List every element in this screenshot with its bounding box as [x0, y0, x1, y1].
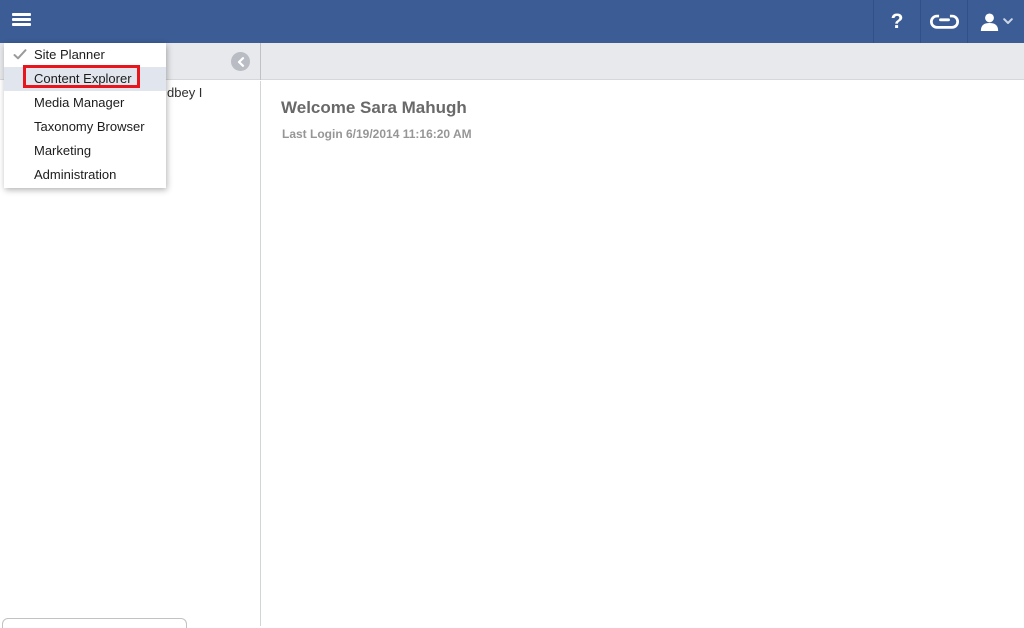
inbox-tray-button[interactable]: [920, 0, 967, 43]
toolbar-divider: [260, 43, 261, 80]
menu-item-label: Administration: [34, 167, 117, 182]
collapsed-bottom-panel-handle[interactable]: [2, 618, 187, 628]
menu-item-label: Content Explorer: [34, 71, 132, 86]
menu-item-label: Media Manager: [34, 95, 125, 110]
help-question-icon: ?: [890, 9, 904, 33]
hamburger-menu-button[interactable]: [0, 0, 43, 43]
checkmark-icon: [13, 49, 27, 60]
menu-item-content-explorer[interactable]: Content Explorer: [4, 67, 166, 91]
menu-item-taxonomy-browser[interactable]: Taxonomy Browser: [4, 115, 166, 139]
collapse-sidebar-button[interactable]: [231, 52, 250, 71]
menu-item-site-planner[interactable]: Site Planner: [4, 43, 166, 67]
menu-item-label: Taxonomy Browser: [34, 119, 145, 134]
menu-item-label: Marketing: [34, 143, 92, 158]
user-icon: [980, 12, 999, 31]
menu-item-administration[interactable]: Administration: [4, 163, 166, 187]
hamburger-icon: [12, 23, 31, 26]
help-button[interactable]: ?: [873, 0, 920, 43]
last-login-text: Last Login 6/19/2014 11:16:20 AM: [282, 127, 472, 141]
topbar-action-group: ?: [873, 0, 1024, 43]
hamburger-icon: [12, 13, 31, 16]
user-account-menu-button[interactable]: [967, 0, 1024, 43]
menu-item-media-manager[interactable]: Media Manager: [4, 91, 166, 115]
chevron-down-icon: [1002, 18, 1013, 25]
top-navigation-bar: ?: [0, 0, 1024, 43]
sidebar-main-divider: [260, 81, 261, 626]
sidebar-tree-item-partial[interactable]: dbey I: [167, 85, 202, 100]
app-window: dbey I Welcome Sara Mahugh Last Login 6/…: [0, 0, 1024, 628]
hamburger-icon: [12, 18, 31, 21]
welcome-heading: Welcome Sara Mahugh: [281, 98, 467, 117]
chevron-left-icon: [237, 56, 245, 67]
app-switcher-dropdown: Site Planner Content Explorer Media Mana…: [4, 43, 166, 188]
inbox-tray-icon: [929, 14, 959, 29]
menu-item-label: Site Planner: [34, 47, 105, 62]
menu-item-marketing[interactable]: Marketing: [4, 139, 166, 163]
